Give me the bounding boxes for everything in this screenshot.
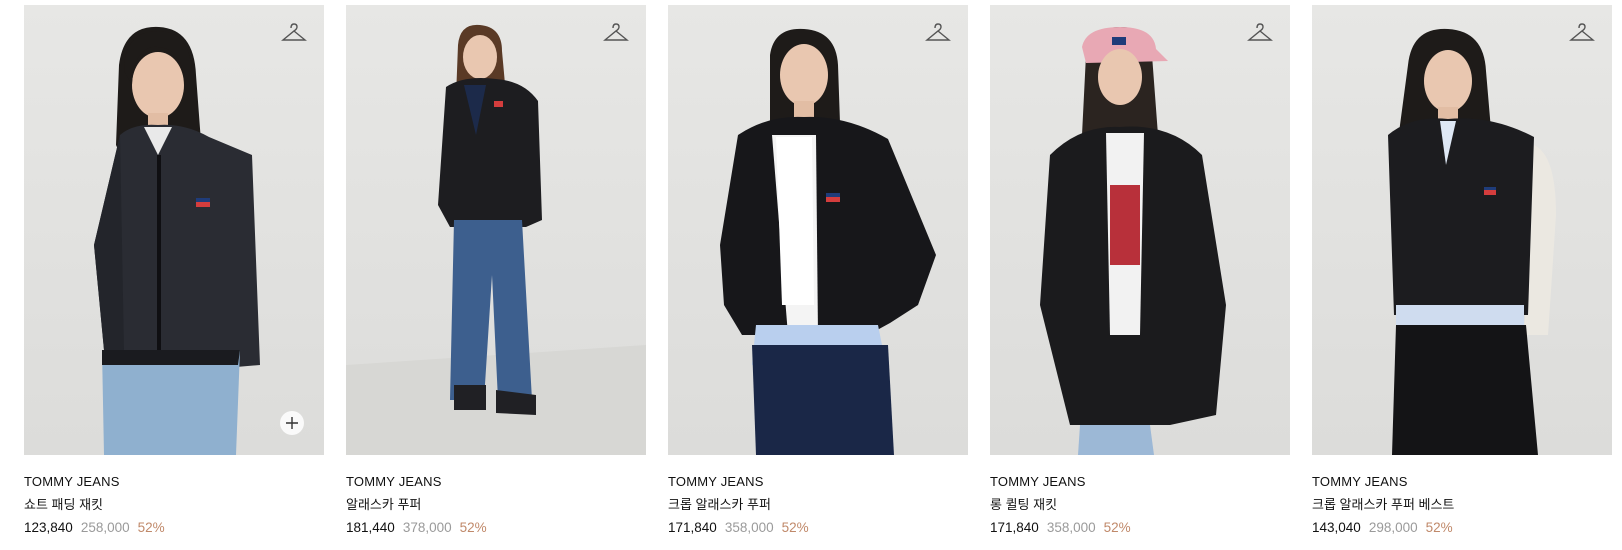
price-row: 171,840 358,000 52% bbox=[668, 519, 968, 537]
product-name[interactable]: 크롭 알래스카 푸퍼 베스트 bbox=[1312, 496, 1612, 514]
product-brand[interactable]: TOMMY JEANS bbox=[346, 473, 646, 491]
hanger-icon[interactable] bbox=[1247, 22, 1273, 44]
product-brand[interactable]: TOMMY JEANS bbox=[990, 473, 1290, 491]
sale-price: 123,840 bbox=[24, 520, 73, 535]
product-card[interactable]: TOMMY JEANS 알래스카 푸퍼 181,440 378,000 52% bbox=[346, 5, 646, 537]
original-price: 258,000 bbox=[80, 520, 130, 535]
discount-rate: 52% bbox=[137, 520, 165, 535]
price-row: 171,840 358,000 52% bbox=[990, 519, 1290, 537]
model-photo bbox=[346, 24, 646, 455]
price-row: 181,440 378,000 52% bbox=[346, 519, 646, 537]
product-grid: TOMMY JEANS 쇼트 패딩 재킷 123,840 258,000 52% bbox=[24, 5, 1612, 537]
product-image[interactable] bbox=[1312, 5, 1612, 455]
product-info: TOMMY JEANS 크롭 알래스카 푸퍼 171,840 358,000 52% bbox=[668, 455, 968, 537]
sale-price: 171,840 bbox=[990, 520, 1039, 535]
product-card[interactable]: TOMMY JEANS 쇼트 패딩 재킷 123,840 258,000 52% bbox=[24, 5, 324, 537]
sale-price: 181,440 bbox=[346, 520, 395, 535]
model-photo bbox=[1388, 28, 1556, 455]
product-name[interactable]: 알래스카 푸퍼 bbox=[346, 496, 646, 514]
model-photo bbox=[1040, 27, 1226, 455]
product-image[interactable] bbox=[24, 5, 324, 455]
hanger-icon[interactable] bbox=[281, 22, 307, 44]
product-card[interactable]: TOMMY JEANS 크롭 알래스카 푸퍼 171,840 358,000 52% bbox=[668, 5, 968, 537]
discount-rate: 52% bbox=[1103, 520, 1131, 535]
product-name[interactable]: 크롭 알래스카 푸퍼 bbox=[668, 496, 968, 514]
product-info: TOMMY JEANS 알래스카 푸퍼 181,440 378,000 52% bbox=[346, 455, 646, 537]
product-card[interactable]: TOMMY JEANS 크롭 알래스카 푸퍼 베스트 143,040 298,00… bbox=[1312, 5, 1612, 537]
original-price: 358,000 bbox=[1046, 520, 1096, 535]
model-photo bbox=[720, 28, 936, 455]
product-name[interactable]: 롱 퀼팅 재킷 bbox=[990, 496, 1290, 514]
product-image[interactable] bbox=[990, 5, 1290, 455]
price-row: 123,840 258,000 52% bbox=[24, 519, 324, 537]
product-brand[interactable]: TOMMY JEANS bbox=[1312, 473, 1612, 491]
product-brand[interactable]: TOMMY JEANS bbox=[24, 473, 324, 491]
original-price: 358,000 bbox=[724, 520, 774, 535]
model-photo bbox=[94, 26, 260, 455]
product-info: TOMMY JEANS 크롭 알래스카 푸퍼 베스트 143,040 298,00… bbox=[1312, 455, 1612, 537]
original-price: 378,000 bbox=[402, 520, 452, 535]
product-info: TOMMY JEANS 롱 퀼팅 재킷 171,840 358,000 52% bbox=[990, 455, 1290, 537]
hanger-icon[interactable] bbox=[1569, 22, 1595, 44]
sale-price: 171,840 bbox=[668, 520, 717, 535]
plus-icon[interactable] bbox=[280, 411, 304, 435]
price-row: 143,040 298,000 52% bbox=[1312, 519, 1612, 537]
sale-price: 143,040 bbox=[1312, 520, 1361, 535]
product-card[interactable]: TOMMY JEANS 롱 퀼팅 재킷 171,840 358,000 52% bbox=[990, 5, 1290, 537]
product-info: TOMMY JEANS 쇼트 패딩 재킷 123,840 258,000 52% bbox=[24, 455, 324, 537]
hanger-icon[interactable] bbox=[603, 22, 629, 44]
discount-rate: 52% bbox=[459, 520, 487, 535]
product-brand[interactable]: TOMMY JEANS bbox=[668, 473, 968, 491]
discount-rate: 52% bbox=[1425, 520, 1453, 535]
hanger-icon[interactable] bbox=[925, 22, 951, 44]
product-image[interactable] bbox=[346, 5, 646, 455]
discount-rate: 52% bbox=[781, 520, 809, 535]
product-name[interactable]: 쇼트 패딩 재킷 bbox=[24, 496, 324, 514]
original-price: 298,000 bbox=[1368, 520, 1418, 535]
product-image[interactable] bbox=[668, 5, 968, 455]
